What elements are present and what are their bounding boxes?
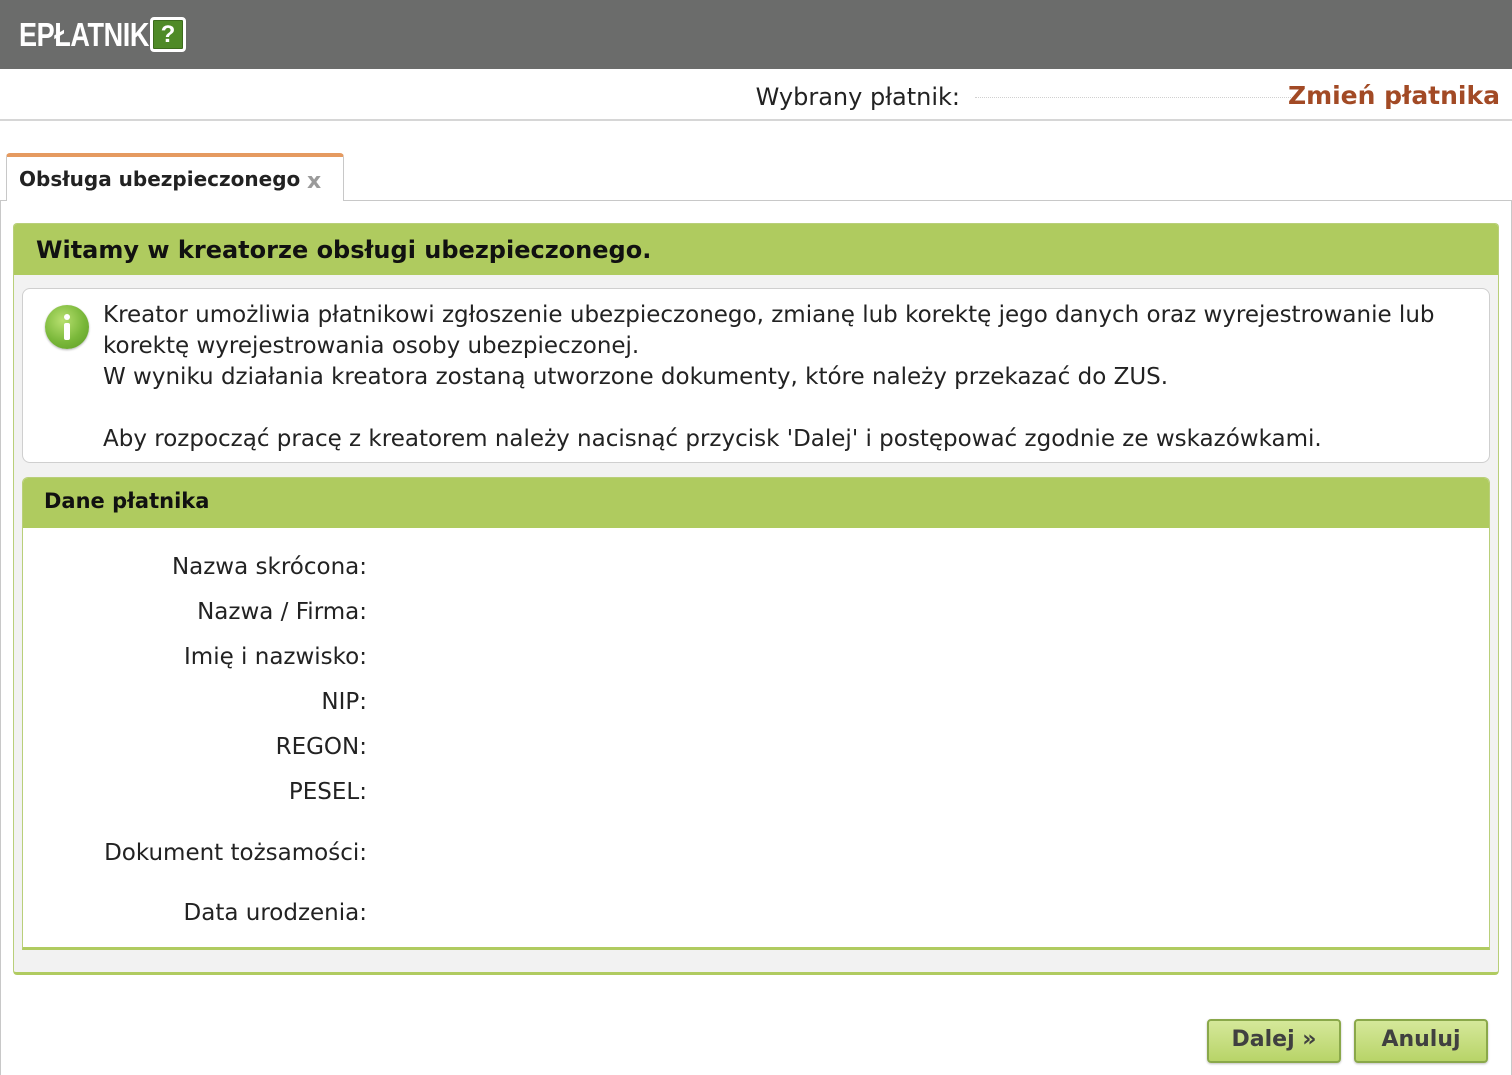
- payer-data-panel: Dane płatnika Nazwa skrócona: Nazwa / Fi…: [22, 477, 1490, 950]
- wizard-title: Witamy w kreatorze obsługi ubezpieczoneg…: [36, 236, 652, 264]
- info-line: Aby rozpocząć pracę z kreatorem należy n…: [103, 426, 1322, 452]
- change-payer-link[interactable]: Zmień płatnika: [1288, 81, 1500, 110]
- wizard-header: Witamy w kreatorze obsługi ubezpieczoneg…: [14, 224, 1498, 275]
- field-label-pesel: PESEL:: [288, 779, 367, 805]
- info-text: Kreator umożliwia płatnikowi zgłoszenie …: [103, 300, 1473, 455]
- field-label-regon: REGON:: [275, 734, 367, 760]
- info-icon: [45, 305, 89, 349]
- cancel-button[interactable]: Anuluj: [1354, 1019, 1488, 1063]
- field-label-company-name: Nazwa / Firma:: [197, 599, 367, 625]
- field-label-nip: NIP:: [321, 689, 367, 715]
- tab-insured-service[interactable]: Obsługa ubezpieczonego x: [6, 153, 344, 201]
- top-bar: EPŁATNIK ?: [0, 0, 1512, 69]
- info-line: W wyniku działania kreatora zostaną utwo…: [103, 364, 1169, 390]
- field-label-birth-date: Data urodzenia:: [183, 900, 367, 926]
- info-line: Kreator umożliwia płatnikowi zgłoszenie …: [103, 302, 1435, 359]
- field-label-short-name: Nazwa skrócona:: [171, 554, 367, 580]
- info-box: Kreator umożliwia płatnikowi zgłoszenie …: [22, 288, 1490, 463]
- payer-data-header: Dane płatnika: [23, 478, 1489, 528]
- next-button[interactable]: Dalej »: [1207, 1019, 1341, 1063]
- wizard-panel: Witamy w kreatorze obsługi ubezpieczoneg…: [13, 223, 1499, 975]
- tab-active-gap: [7, 199, 343, 202]
- help-button[interactable]: ?: [150, 17, 186, 52]
- selected-payer-label: Wybrany płatnik:: [755, 83, 960, 111]
- app-logo: EPŁATNIK: [19, 15, 150, 53]
- field-label-full-name: Imię i nazwisko:: [184, 644, 367, 670]
- payer-bar: Wybrany płatnik: Zmień płatnika: [0, 69, 1512, 121]
- field-label-id-document: Dokument tożsamości:: [104, 840, 367, 866]
- tab-label: Obsługa ubezpieczonego: [19, 167, 301, 191]
- close-icon[interactable]: x: [307, 171, 321, 193]
- selected-payer-value: [975, 97, 1295, 99]
- payer-data-title: Dane płatnika: [44, 489, 210, 513]
